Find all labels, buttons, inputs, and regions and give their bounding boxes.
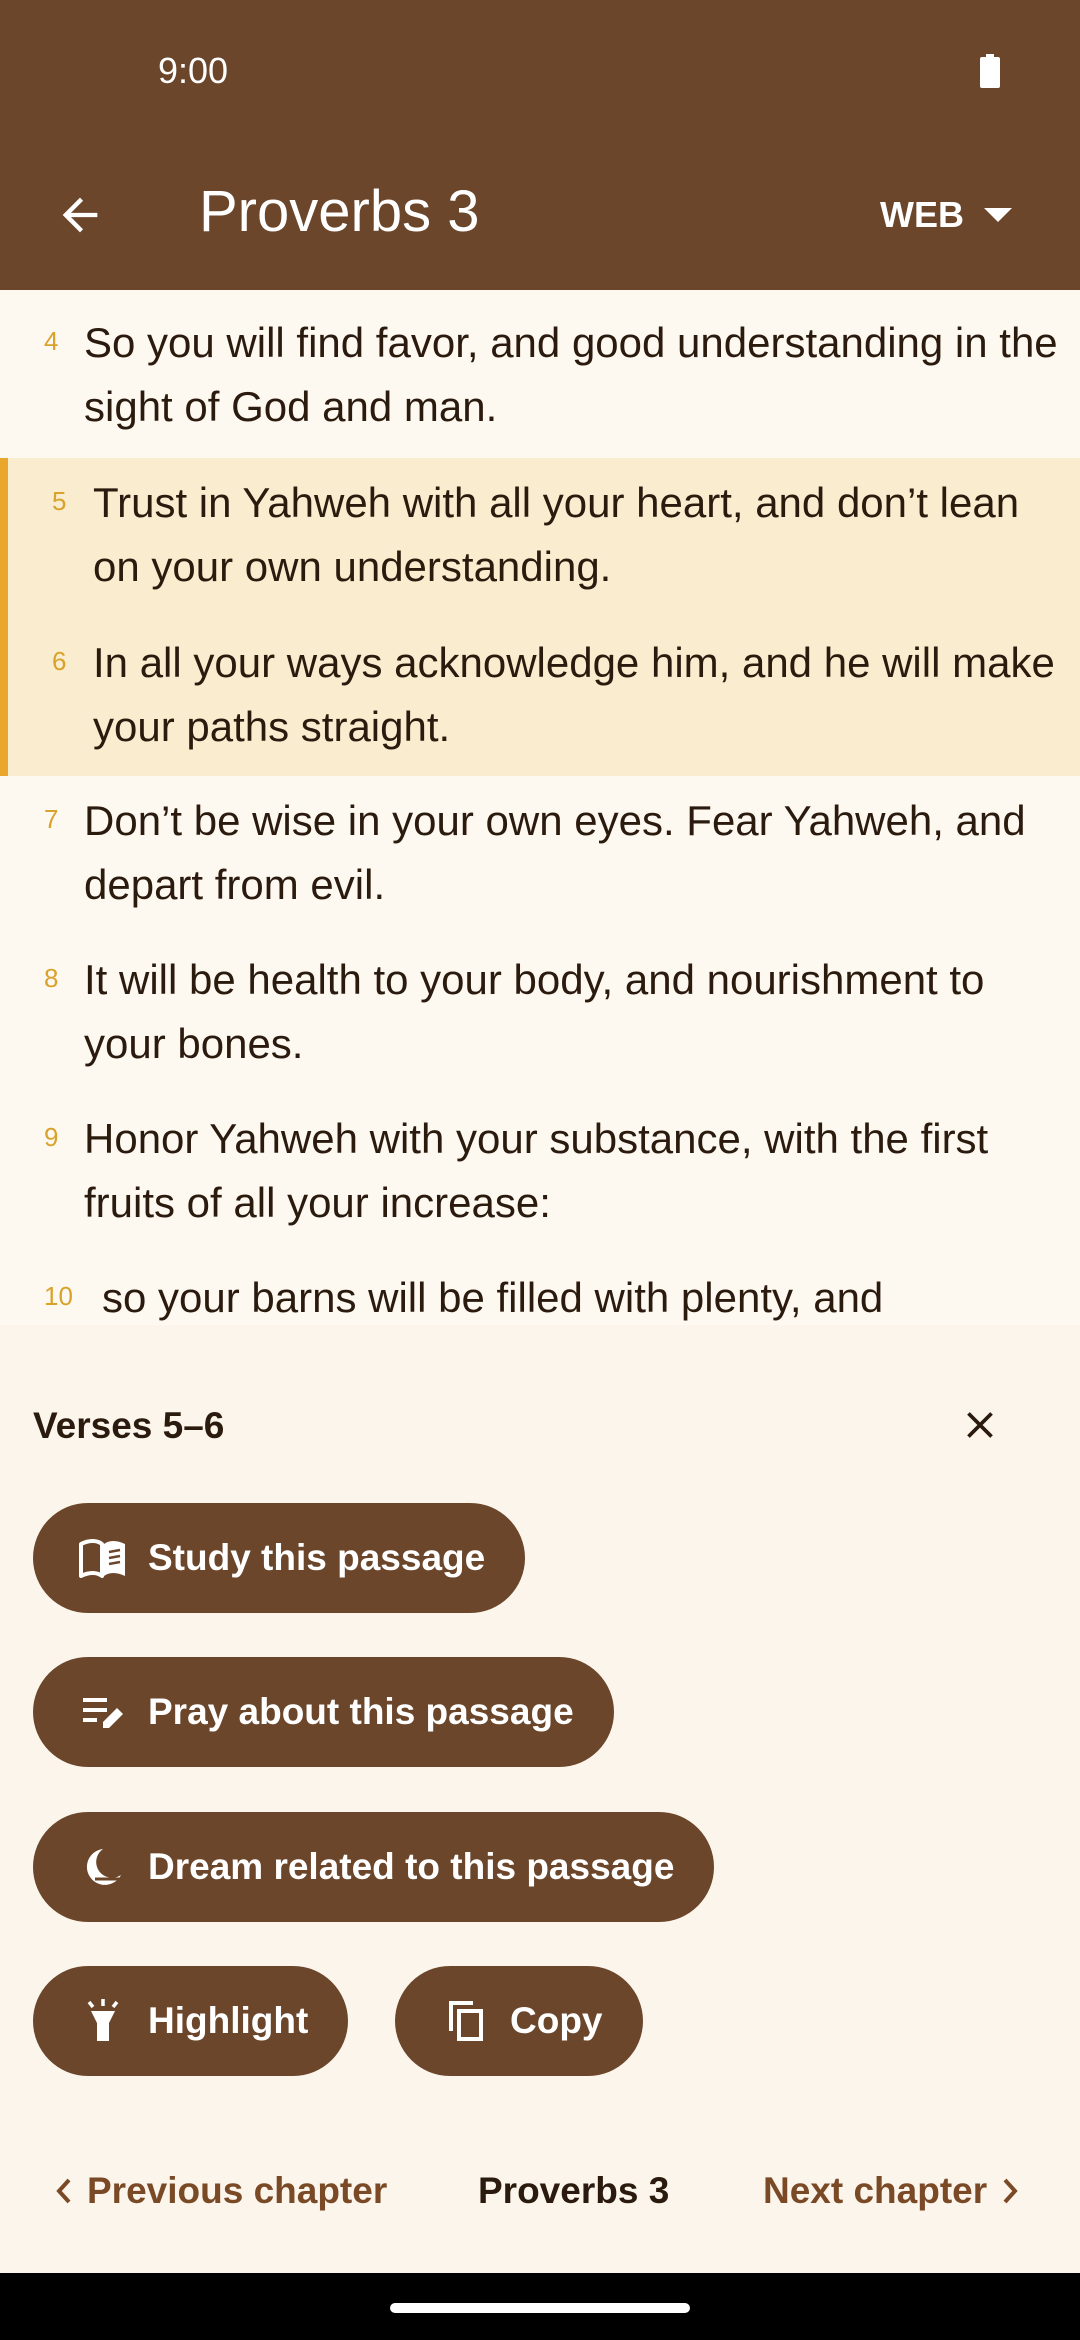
dream-passage-button[interactable]: Dream related to this passage (33, 1812, 715, 1922)
battery-full-icon (980, 54, 1000, 88)
night-moon-icon (78, 1842, 128, 1892)
page-title: Proverbs 3 (199, 179, 480, 244)
book-open-icon (78, 1533, 128, 1583)
arrow-back-icon (62, 197, 98, 233)
previous-chapter-button[interactable]: Previous chapter (55, 2170, 387, 2212)
verse-text: So you will find favor, and good underst… (84, 319, 1058, 430)
copy-label: Copy (510, 2000, 603, 2041)
caret-down-icon (984, 208, 1012, 222)
pray-passage-button[interactable]: Pray about this passage (33, 1657, 614, 1767)
edit-note-icon (78, 1687, 128, 1737)
verse-number: 6 (52, 646, 67, 676)
copy-icon (440, 1996, 490, 2046)
highlight-label: Highlight (148, 2000, 309, 2041)
version-label: WEB (880, 194, 964, 235)
home-indicator[interactable] (390, 2303, 690, 2313)
verse-number: 4 (44, 326, 59, 356)
next-chapter-button[interactable]: Next chapter (763, 2170, 1019, 2212)
verse-text: Trust in Yahweh with all your heart, and… (93, 479, 1020, 590)
verse-number: 7 (44, 804, 59, 834)
study-passage-button[interactable]: Study this passage (33, 1503, 526, 1613)
previous-chapter-label: Previous chapter (87, 2170, 388, 2211)
dream-passage-label: Dream related to this passage (148, 1846, 675, 1887)
pray-passage-label: Pray about this passage (148, 1691, 574, 1732)
current-chapter-label: Proverbs 3 (478, 2170, 670, 2211)
verse-number: 10 (44, 1281, 73, 1311)
flashlight-icon (78, 1996, 128, 2046)
verse-number: 8 (44, 963, 59, 993)
verse-text: Don’t be wise in your own eyes. Fear Yah… (84, 797, 1026, 908)
close-button[interactable] (940, 1385, 1020, 1465)
next-chapter-label: Next chapter (763, 2170, 988, 2211)
chevron-right-icon (1003, 2178, 1018, 2204)
verse-text: so your barns will be filled with plenty… (102, 1274, 884, 1321)
chapter-navigation: Previous chapter Proverbs 3 Next chapter (0, 2140, 1080, 2250)
highlight-button[interactable]: Highlight (33, 1966, 349, 2076)
version-dropdown[interactable]: WEB (880, 180, 1014, 250)
verse-number: 5 (52, 486, 67, 516)
verse-number: 9 (44, 1122, 59, 1152)
app-bar: Proverbs 3 WEB (0, 140, 1080, 290)
selection-indicator-bar (0, 458, 8, 776)
status-bar: 9:00 (0, 0, 1080, 140)
chevron-left-icon (56, 2178, 71, 2204)
back-button[interactable] (40, 175, 120, 255)
status-time: 9:00 (158, 50, 229, 91)
close-icon (967, 1412, 993, 1438)
verse-text: It will be health to your body, and nour… (84, 956, 985, 1067)
scripture-reader[interactable]: 4 So you will find favor, and good under… (0, 290, 1080, 1325)
verse-text: In all your ways acknowledge him, and he… (93, 639, 1055, 750)
verse-action-sheet: Verses 5–6 Study this passage Pray about… (0, 1325, 1080, 2273)
gesture-navigation-bar (0, 2273, 1080, 2340)
verse-text: Honor Yahweh with your substance, with t… (84, 1115, 989, 1226)
selection-title: Verses 5–6 (33, 1405, 225, 1446)
copy-button[interactable]: Copy (395, 1966, 643, 2076)
study-passage-label: Study this passage (148, 1537, 486, 1578)
